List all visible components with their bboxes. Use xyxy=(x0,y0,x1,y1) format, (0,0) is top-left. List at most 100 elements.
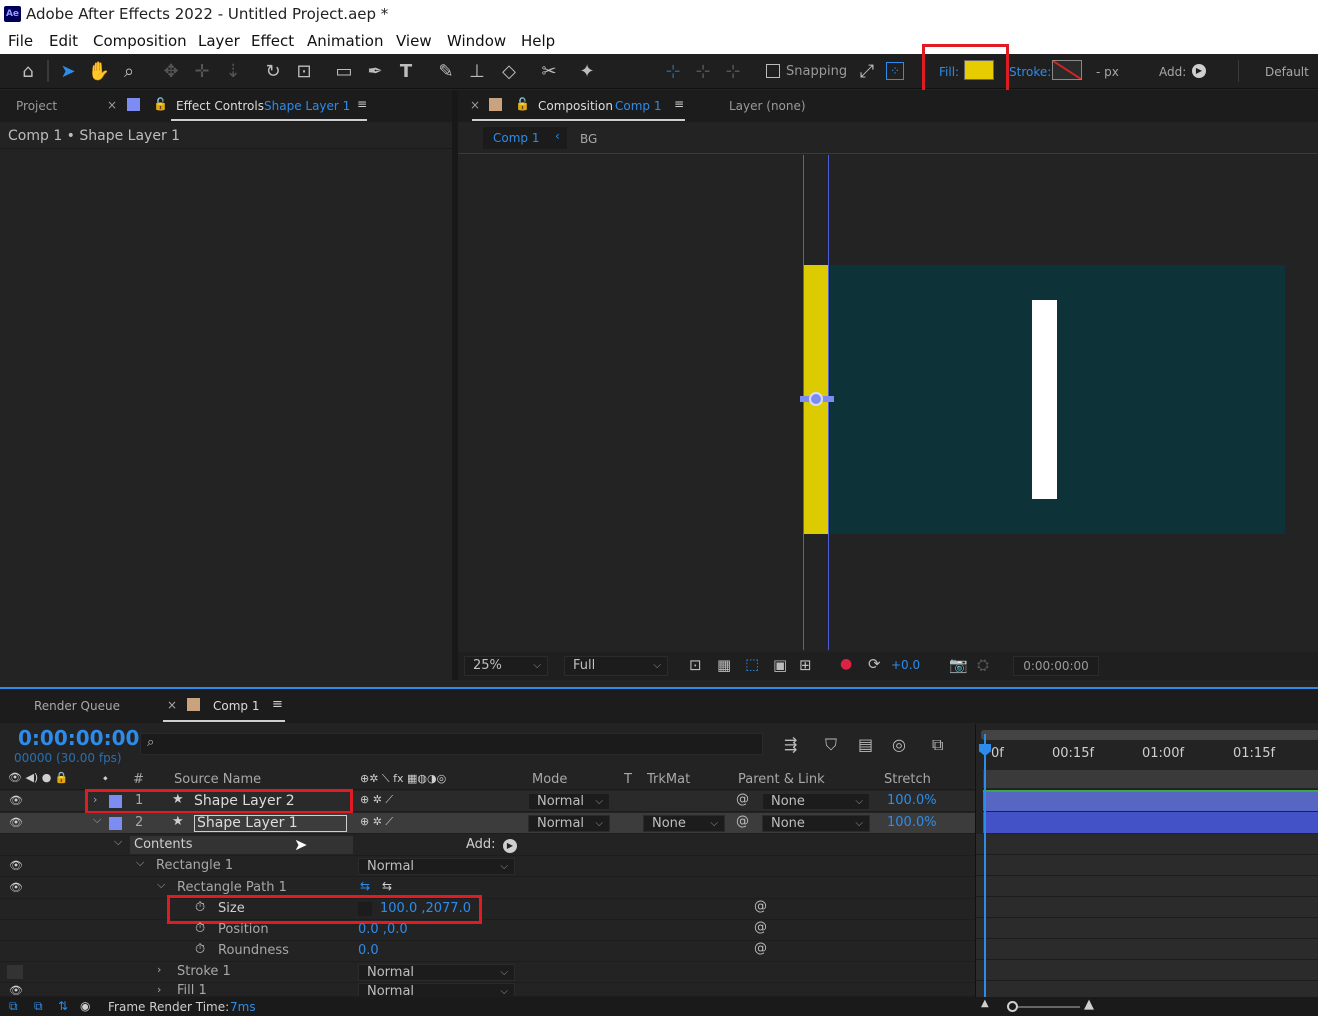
tab-project[interactable]: Project xyxy=(16,99,57,113)
sub-tab-bg[interactable]: BG xyxy=(580,132,597,146)
chevron-right-icon[interactable]: › xyxy=(93,793,97,806)
layer-bar-2[interactable] xyxy=(983,812,1318,833)
view-axis-icon[interactable]: ⊹ xyxy=(722,60,744,82)
transfer-controls-toggle-icon[interactable]: ⧉ xyxy=(34,999,43,1014)
fill-group-row[interactable]: 👁 › Fill 1 Normal ⌵ xyxy=(0,983,975,997)
snap-features-icon[interactable]: ⁘ xyxy=(886,62,904,80)
menu-file[interactable]: File xyxy=(8,32,33,50)
snapshot-region-icon[interactable]: ⊡ xyxy=(689,656,702,674)
stopwatch-icon[interactable]: ⏱ xyxy=(195,942,205,957)
zoom-out-icon[interactable]: ▲ xyxy=(981,998,989,1009)
zoom-slider[interactable] xyxy=(1010,1006,1080,1008)
zoom-tool-icon[interactable]: ⌕ xyxy=(118,60,140,82)
rectangle-group-row[interactable]: 👁 ⌵ Rectangle 1 Normal ⌵ xyxy=(0,856,975,877)
brush-tool-icon[interactable]: ✎ xyxy=(435,60,457,82)
visibility-toggle[interactable] xyxy=(7,965,23,979)
size-value[interactable]: 100.0 ,2077.0 xyxy=(380,901,471,916)
contents-row[interactable]: ⌵ Contents Add: ▶ xyxy=(0,835,975,856)
fill-color-swatch[interactable] xyxy=(964,60,994,80)
graph-editor-icon[interactable]: ⧉ xyxy=(932,735,943,755)
trkmat-dropdown[interactable]: None ⌵ xyxy=(643,815,725,832)
dolly-camera-icon[interactable]: ⇣ xyxy=(222,60,244,82)
shape-layer-white-rectangle[interactable] xyxy=(1032,300,1057,499)
chevron-down-icon[interactable]: ⌵ xyxy=(114,835,122,849)
stretch-value[interactable]: 100.0% xyxy=(887,793,937,808)
tab-effect-controls-layer[interactable]: Shape Layer 1 xyxy=(264,99,350,113)
menu-edit[interactable]: Edit xyxy=(49,32,78,50)
world-axis-icon[interactable]: ⊹ xyxy=(692,60,714,82)
chevron-down-icon[interactable]: ⌵ xyxy=(136,856,144,870)
pickwhip-icon[interactable]: @ xyxy=(736,814,749,829)
fill-label[interactable]: Fill: xyxy=(939,65,959,79)
panel-menu-icon[interactable]: ≡ xyxy=(674,97,684,111)
eraser-tool-icon[interactable]: ◇ xyxy=(498,60,520,82)
draft-3d-icon[interactable]: ⛉ xyxy=(825,735,837,755)
comp-flowchart-tab-active[interactable]: Comp 1 ‹ xyxy=(483,127,567,149)
render-time-toggle-icon[interactable]: ◉ xyxy=(80,999,90,1013)
playhead-icon[interactable] xyxy=(979,744,991,756)
show-snapshot-icon[interactable]: ⛭ xyxy=(977,656,989,674)
layer-label-color[interactable] xyxy=(109,795,122,808)
pickwhip-icon[interactable]: @ xyxy=(736,792,749,807)
column-source-name[interactable]: Source Name xyxy=(174,772,261,787)
layer-switches-toggle-icon[interactable]: ⧉ xyxy=(9,999,18,1014)
composition-mini-flowchart-icon[interactable]: ⇶ xyxy=(784,735,797,754)
eye-icon[interactable]: 👁 xyxy=(9,816,23,829)
anchor-point-icon[interactable] xyxy=(809,392,823,406)
layer-label-color[interactable] xyxy=(109,817,122,830)
show-channel-icon[interactable]: ● xyxy=(840,656,852,672)
reset-exposure-icon[interactable]: ⟳ xyxy=(868,655,881,673)
camera-snapshot-icon[interactable]: 📷 xyxy=(949,656,968,674)
stopwatch-icon[interactable]: ⏱ xyxy=(195,921,205,936)
tab-render-queue[interactable]: Render Queue xyxy=(34,699,120,713)
snap-edges-icon[interactable]: ⤢ xyxy=(856,60,878,82)
chevron-down-icon[interactable]: ⌵ xyxy=(93,813,101,827)
pen-tool-icon[interactable]: ✒ xyxy=(364,60,386,82)
chevron-right-icon[interactable]: › xyxy=(157,963,161,976)
close-icon[interactable]: × xyxy=(470,98,480,112)
rectangle-path-row[interactable]: 👁 ⌵ Rectangle Path 1 ⇆ ⇆ xyxy=(0,878,975,899)
frame-blending-icon[interactable]: ▤ xyxy=(858,735,873,754)
menu-window[interactable]: Window xyxy=(447,32,506,50)
path-direction-reverse-icon[interactable]: ⇆ xyxy=(382,879,392,893)
mask-visibility-icon[interactable]: ⬚ xyxy=(745,655,759,673)
tab-timeline-comp[interactable]: Comp 1 xyxy=(213,699,259,713)
rotation-tool-icon[interactable]: ↻ xyxy=(262,60,284,82)
roto-brush-icon[interactable]: ✂ xyxy=(538,60,560,82)
comp-background-layer[interactable] xyxy=(830,265,1285,534)
roundness-value[interactable]: 0.0 xyxy=(358,943,379,958)
column-trkmat[interactable]: TrkMat xyxy=(647,772,690,787)
layer-name[interactable]: Shape Layer 2 xyxy=(194,793,295,809)
current-time-display[interactable]: 0:00:00:00 xyxy=(18,726,139,750)
time-graph[interactable]: 0f 00:15f 01:00f 01:15f xyxy=(975,724,1318,997)
menu-view[interactable]: View xyxy=(396,32,432,50)
stroke-color-swatch[interactable] xyxy=(1052,60,1082,80)
layer-search-input[interactable]: ⌕ xyxy=(140,733,763,755)
ruler-bar[interactable] xyxy=(983,770,1318,788)
chevron-right-icon[interactable]: › xyxy=(157,983,161,996)
layer-mode-dropdown[interactable]: Normal ⌵ xyxy=(528,793,610,810)
expression-pickwhip-icon[interactable]: @ xyxy=(754,920,767,935)
grid-guides-icon[interactable]: ⊞ xyxy=(799,656,812,674)
pan-camera-icon[interactable]: ✛ xyxy=(191,60,213,82)
rectangle-tool-icon[interactable]: ▭ xyxy=(333,60,355,82)
panel-menu-icon[interactable]: ≡ xyxy=(272,697,283,712)
zoom-dropdown[interactable]: 25% ⌵ xyxy=(464,656,548,676)
lock-icon[interactable]: 🔓 xyxy=(153,97,168,111)
close-icon[interactable]: × xyxy=(167,698,177,712)
transparency-grid-icon[interactable]: ▦ xyxy=(717,656,731,674)
fill-blend-dropdown[interactable]: Normal ⌵ xyxy=(358,983,515,996)
tab-layer[interactable]: Layer (none) xyxy=(729,99,806,113)
eye-icon[interactable]: 👁 xyxy=(9,859,23,872)
column-parent-link[interactable]: Parent & Link xyxy=(738,772,825,787)
size-property-row[interactable]: ⏱ Size 100.0 ,2077.0 @ xyxy=(0,899,975,920)
stopwatch-icon[interactable]: ⏱ xyxy=(195,900,205,915)
menu-layer[interactable]: Layer xyxy=(198,32,240,50)
current-time-indicator[interactable] xyxy=(984,734,986,997)
add-content-button-icon[interactable]: ▶ xyxy=(503,839,517,853)
pan-behind-icon[interactable]: ⊡ xyxy=(293,60,315,82)
stretch-value[interactable]: 100.0% xyxy=(887,815,937,830)
tab-composition-name[interactable]: Comp 1 xyxy=(615,99,661,113)
parent-dropdown[interactable]: None ⌵ xyxy=(762,793,870,810)
zoom-slider-thumb[interactable] xyxy=(1007,1001,1018,1012)
